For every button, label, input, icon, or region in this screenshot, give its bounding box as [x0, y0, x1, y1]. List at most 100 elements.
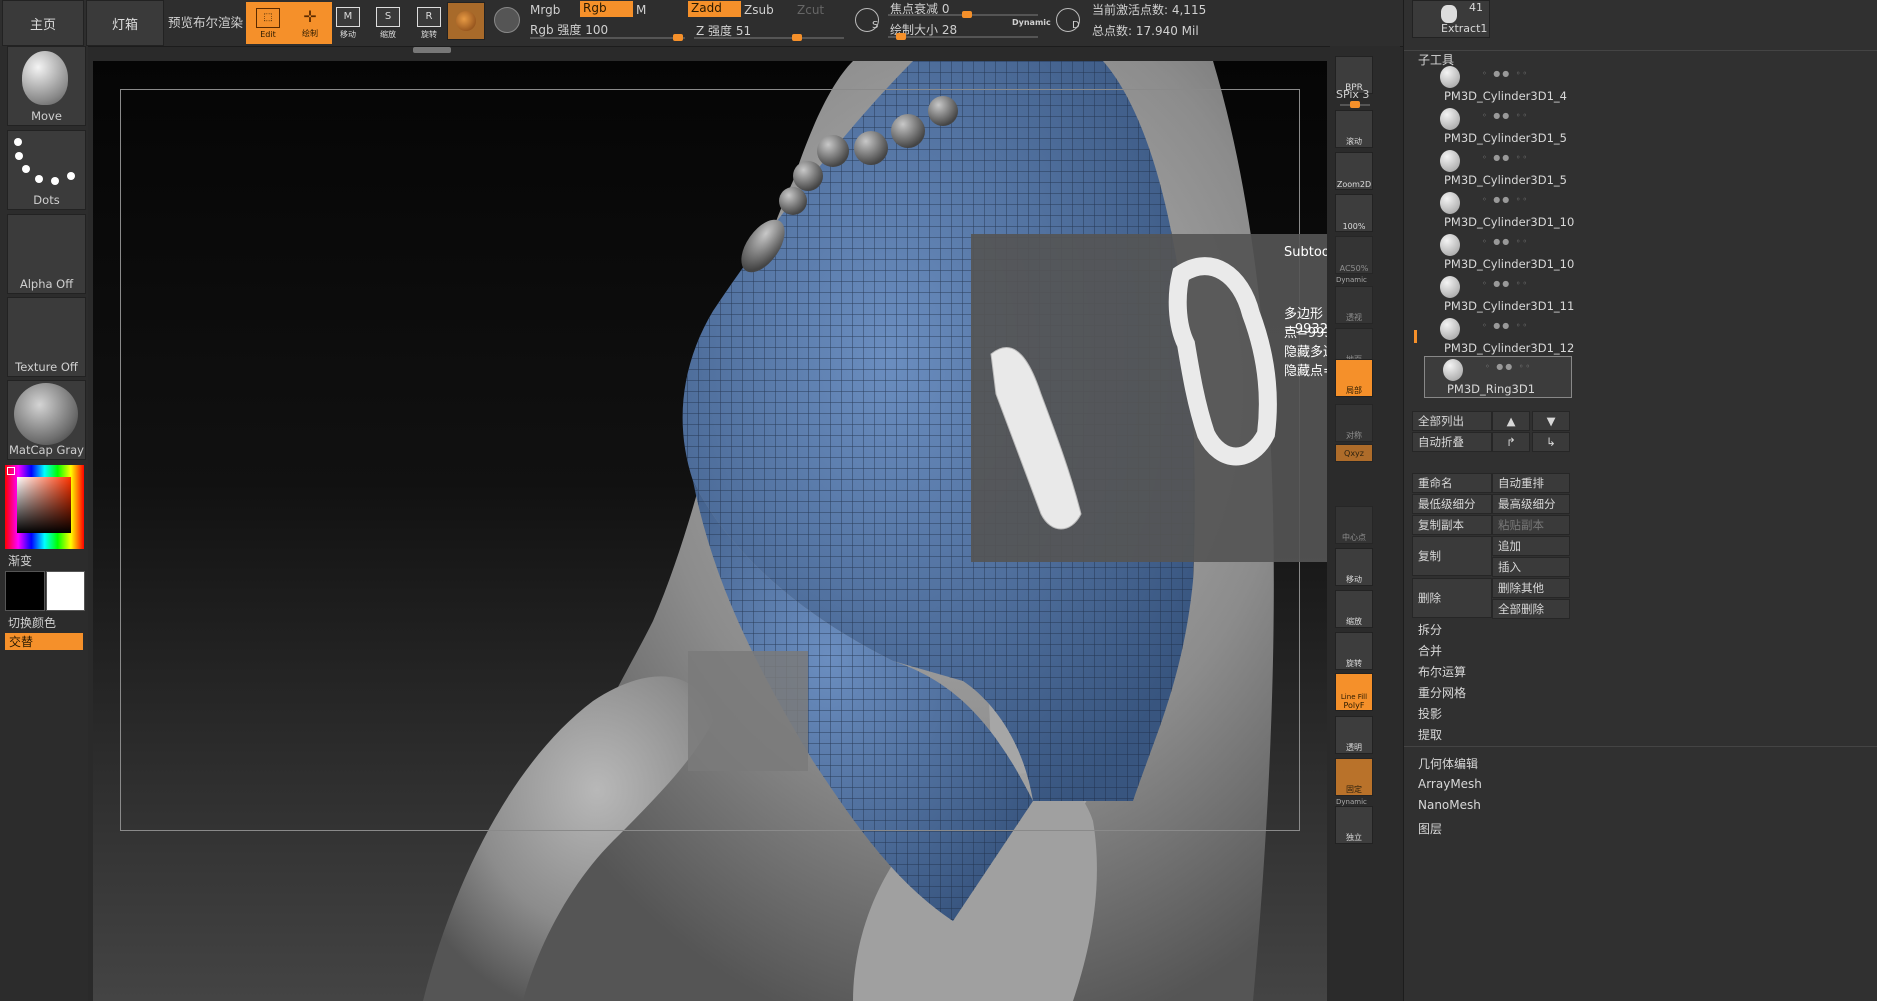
edit-button[interactable]: ⬚ Edit — [246, 2, 290, 44]
visibility-eye-icon[interactable]: ◦ ●● ◦◦ — [1482, 321, 1572, 330]
rotate-button[interactable]: R 旋转 — [407, 2, 451, 44]
perspective-button[interactable]: 透视 — [1335, 286, 1373, 324]
slider-thumb[interactable] — [673, 34, 683, 41]
move-button[interactable]: M 移动 — [326, 2, 370, 44]
lowest-subdivision-button[interactable]: 最低级细分 — [1412, 494, 1492, 514]
duplicate-button[interactable]: 复制 — [1412, 536, 1492, 576]
auto-reorder-button[interactable]: 自动重排 — [1492, 473, 1570, 493]
geometry-menu[interactable]: 几何体编辑 — [1418, 755, 1478, 772]
transparency-button[interactable]: 透明 — [1335, 716, 1373, 754]
delete-other-button[interactable]: 删除其他 — [1492, 578, 1570, 598]
spix-slider[interactable] — [1340, 101, 1370, 108]
move-down-button[interactable]: ▼ — [1532, 411, 1570, 431]
boolean-menu[interactable]: 布尔运算 — [1418, 663, 1466, 680]
visibility-eye-icon[interactable]: ◦ ●● ◦◦ — [1482, 237, 1572, 246]
arraymesh-menu[interactable]: ArrayMesh — [1418, 777, 1482, 791]
subtool-row[interactable]: ◦ ●● ◦◦ PM3D_Cylinder3D1_4 — [1422, 64, 1572, 104]
lightbox-button[interactable]: 灯箱 — [86, 0, 164, 46]
visibility-eye-icon[interactable]: ◦ ●● ◦◦ — [1482, 69, 1572, 78]
secondary-color-swatch[interactable] — [5, 571, 45, 611]
bpr-preview-label[interactable]: 预览布尔渲染 — [168, 12, 243, 31]
slider-thumb[interactable] — [962, 11, 972, 18]
slider-thumb[interactable] — [1350, 101, 1360, 108]
solo-button[interactable]: 独立 — [1335, 806, 1373, 844]
texture-tile[interactable]: Texture Off — [7, 297, 86, 377]
scale-view-button[interactable]: 缩放 — [1335, 590, 1373, 628]
zadd-toggle[interactable]: Zadd — [688, 1, 741, 17]
visibility-eye-icon[interactable]: ◦ ●● ◦◦ — [1482, 279, 1572, 288]
mrgb-toggle[interactable]: Mrgb — [530, 3, 560, 17]
zsub-toggle[interactable]: Zsub — [744, 3, 774, 17]
dynamic-toggle[interactable]: Dynamic — [1012, 18, 1051, 27]
zoom2d-button[interactable]: Zoom2D — [1335, 152, 1373, 190]
color-picker[interactable] — [5, 465, 84, 549]
rotate-view-button[interactable]: 旋转 — [1335, 632, 1373, 670]
dynamic-persp-label[interactable]: Dynamic — [1336, 276, 1367, 284]
visibility-eye-icon[interactable]: ◦ ●● ◦◦ — [1482, 195, 1572, 204]
list-all-button[interactable]: 全部列出 — [1412, 411, 1492, 431]
rgb-intensity-slider[interactable] — [530, 34, 685, 41]
actual-size-button[interactable]: 100% — [1335, 194, 1373, 232]
focal-shift-slider[interactable] — [888, 11, 1038, 18]
subtool-row[interactable]: ◦ ●● ◦◦ PM3D_Cylinder3D1_11 — [1422, 274, 1574, 314]
paste-button[interactable]: 粘贴副本 — [1492, 515, 1570, 535]
append-button[interactable]: 追加 — [1492, 536, 1570, 556]
subtool-row[interactable]: ◦ ●● ◦◦ PM3D_Cylinder3D1_5 — [1422, 148, 1572, 188]
alternate-button[interactable]: 交替 — [5, 633, 83, 650]
symmetry-button[interactable]: 对称 — [1335, 404, 1373, 442]
stroke-dots-tile[interactable]: Dots — [7, 130, 86, 210]
zcut-toggle[interactable]: Zcut — [797, 3, 824, 17]
split-menu[interactable]: 拆分 — [1418, 621, 1442, 638]
home-tab[interactable]: 主页 — [2, 0, 84, 46]
polyframe-button[interactable]: Line Fill PolyF — [1335, 673, 1373, 711]
ac50-button[interactable]: AC50% — [1335, 236, 1373, 274]
scroll-button[interactable]: 滚动 — [1335, 110, 1373, 148]
switch-color-button[interactable]: 切换颜色 — [8, 614, 56, 631]
tray-handle[interactable] — [413, 47, 451, 53]
m-toggle[interactable]: M — [636, 3, 646, 17]
dynamic-solo-label[interactable]: Dynamic — [1336, 798, 1367, 806]
visibility-eye-icon[interactable]: ◦ ●● ◦◦ — [1482, 111, 1572, 120]
insert-subtool-button[interactable]: ↱ — [1492, 432, 1530, 452]
gradient-label[interactable]: 渐变 — [8, 552, 32, 569]
material-swatch[interactable] — [447, 2, 485, 40]
highest-subdivision-button[interactable]: 最高级细分 — [1492, 494, 1570, 514]
extract-menu[interactable]: 提取 — [1418, 726, 1442, 743]
scale-button[interactable]: S 缩放 — [366, 2, 410, 44]
visibility-eye-icon[interactable]: ◦ ●● ◦◦ — [1485, 362, 1575, 371]
color-marker[interactable] — [7, 467, 15, 475]
subtool-row[interactable]: ◦ ●● ◦◦ PM3D_Cylinder3D1_10 — [1422, 190, 1574, 230]
brush-move-tile[interactable]: Move — [7, 46, 86, 126]
move-view-button[interactable]: 移动 — [1335, 548, 1373, 586]
visibility-eye-icon[interactable]: ◦ ●● ◦◦ — [1482, 153, 1572, 162]
nanomesh-menu[interactable]: NanoMesh — [1418, 798, 1481, 812]
color-square[interactable] — [17, 477, 71, 533]
subtool-row[interactable]: ◦ ●● ◦◦ PM3D_Cylinder3D1_10 — [1422, 232, 1574, 272]
layers-menu[interactable]: 图层 — [1418, 820, 1442, 837]
material-tile[interactable]: MatCap Gray — [7, 380, 86, 460]
xyz-button[interactable]: Qxyz — [1335, 444, 1373, 462]
local-button[interactable]: 局部 — [1335, 359, 1373, 397]
rename-button[interactable]: 重命名 — [1412, 473, 1492, 493]
auto-collapse-button[interactable]: 自动折叠 — [1412, 432, 1492, 452]
draw-size-slider[interactable] — [888, 33, 1038, 40]
slider-thumb[interactable] — [896, 33, 906, 40]
subtool-row[interactable]: ◦ ●● ◦◦ PM3D_Cylinder3D1_12 — [1422, 316, 1574, 356]
ghost-button[interactable]: 固定 — [1335, 758, 1373, 796]
current-tool-thumb[interactable]: Extract1 41 — [1412, 0, 1490, 38]
slider-thumb[interactable] — [792, 34, 802, 41]
delete-button[interactable]: 删除 — [1412, 578, 1492, 618]
color-wheel-icon[interactable] — [494, 7, 520, 33]
rgb-toggle[interactable]: Rgb — [580, 1, 633, 17]
subtool-row[interactable]: ◦ ●● ◦◦ PM3D_Ring3D1 — [1424, 356, 1572, 398]
pivot-button[interactable]: 中心点 — [1335, 506, 1373, 544]
remesh-menu[interactable]: 重分网格 — [1418, 684, 1466, 701]
merge-down-button[interactable]: ↳ — [1532, 432, 1570, 452]
move-up-button[interactable]: ▲ — [1492, 411, 1530, 431]
insert-button[interactable]: 插入 — [1492, 557, 1570, 577]
project-menu[interactable]: 投影 — [1418, 705, 1442, 722]
z-intensity-slider[interactable] — [694, 34, 844, 41]
alpha-tile[interactable]: Alpha Off — [7, 214, 86, 294]
primary-color-swatch[interactable] — [46, 571, 85, 611]
delete-all-button[interactable]: 全部删除 — [1492, 599, 1570, 619]
